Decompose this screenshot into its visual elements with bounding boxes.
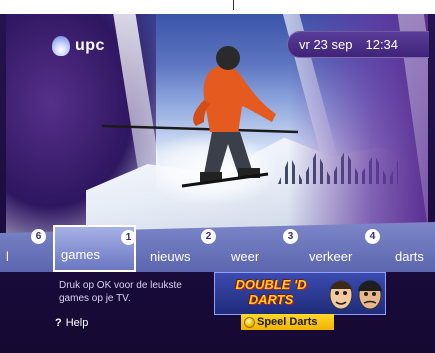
upc-logo: upc [52, 36, 105, 56]
promo-title: DOUBLE 'D DARTS [221, 277, 321, 307]
ski-pole [101, 124, 299, 134]
date-time-display: vr 23 sep 12:34 [287, 31, 429, 58]
menu-item-label: nieuws [150, 249, 191, 264]
help-button[interactable]: ? Help [55, 317, 88, 329]
number-badge: 3 [283, 229, 298, 244]
edge-tick [233, 0, 234, 10]
menu-item-label: darts [395, 249, 424, 264]
tv-portal-screen: upc vr 23 sep 12:34 l 6 games 1 nieuws 2… [0, 0, 435, 353]
yellow-button-icon [244, 316, 255, 328]
upc-flame-icon [52, 36, 70, 56]
number-badge: 6 [31, 229, 46, 244]
promo-title-line: DARTS [248, 292, 294, 307]
skier-helmet [216, 46, 240, 70]
question-mark-icon: ? [55, 317, 62, 329]
number-badge: 4 [365, 229, 380, 244]
date-label: vr 23 sep [299, 37, 353, 52]
speel-darts-button[interactable]: Speel Darts [241, 314, 334, 330]
item-description: Druk op OK voor de leukste games op je T… [59, 280, 182, 304]
number-badge: 2 [201, 229, 216, 244]
cartoon-face-icon [358, 280, 382, 310]
time-label: 12:34 [365, 37, 399, 52]
menu-item-games[interactable]: games 1 [53, 225, 136, 272]
double-d-darts-banner[interactable]: DOUBLE 'D DARTS [214, 272, 386, 315]
menu-item-label: games [61, 247, 101, 262]
top-edge [0, 0, 435, 14]
menu-item-weer[interactable]: weer 3 [224, 229, 298, 270]
cartoon-face-icon [329, 280, 353, 310]
help-label: Help [65, 317, 89, 329]
menu-item-verkeer[interactable]: verkeer 4 [305, 229, 380, 270]
logo-text: upc [75, 37, 105, 54]
menu-item-label: l [6, 249, 9, 264]
menu-item-nieuws[interactable]: nieuws 2 [144, 229, 216, 270]
promo-title-line: DOUBLE 'D [235, 277, 307, 292]
number-badge: 1 [121, 230, 136, 245]
menu-item-label: verkeer [309, 249, 353, 264]
skier-orange-jacket [203, 65, 276, 134]
menu-item-previous[interactable]: l 6 [0, 229, 46, 270]
menu-item-label: weer [231, 249, 260, 264]
ski [181, 172, 269, 188]
menu-item-darts[interactable]: darts [389, 236, 435, 270]
play-button-label: Speel Darts [257, 316, 318, 328]
